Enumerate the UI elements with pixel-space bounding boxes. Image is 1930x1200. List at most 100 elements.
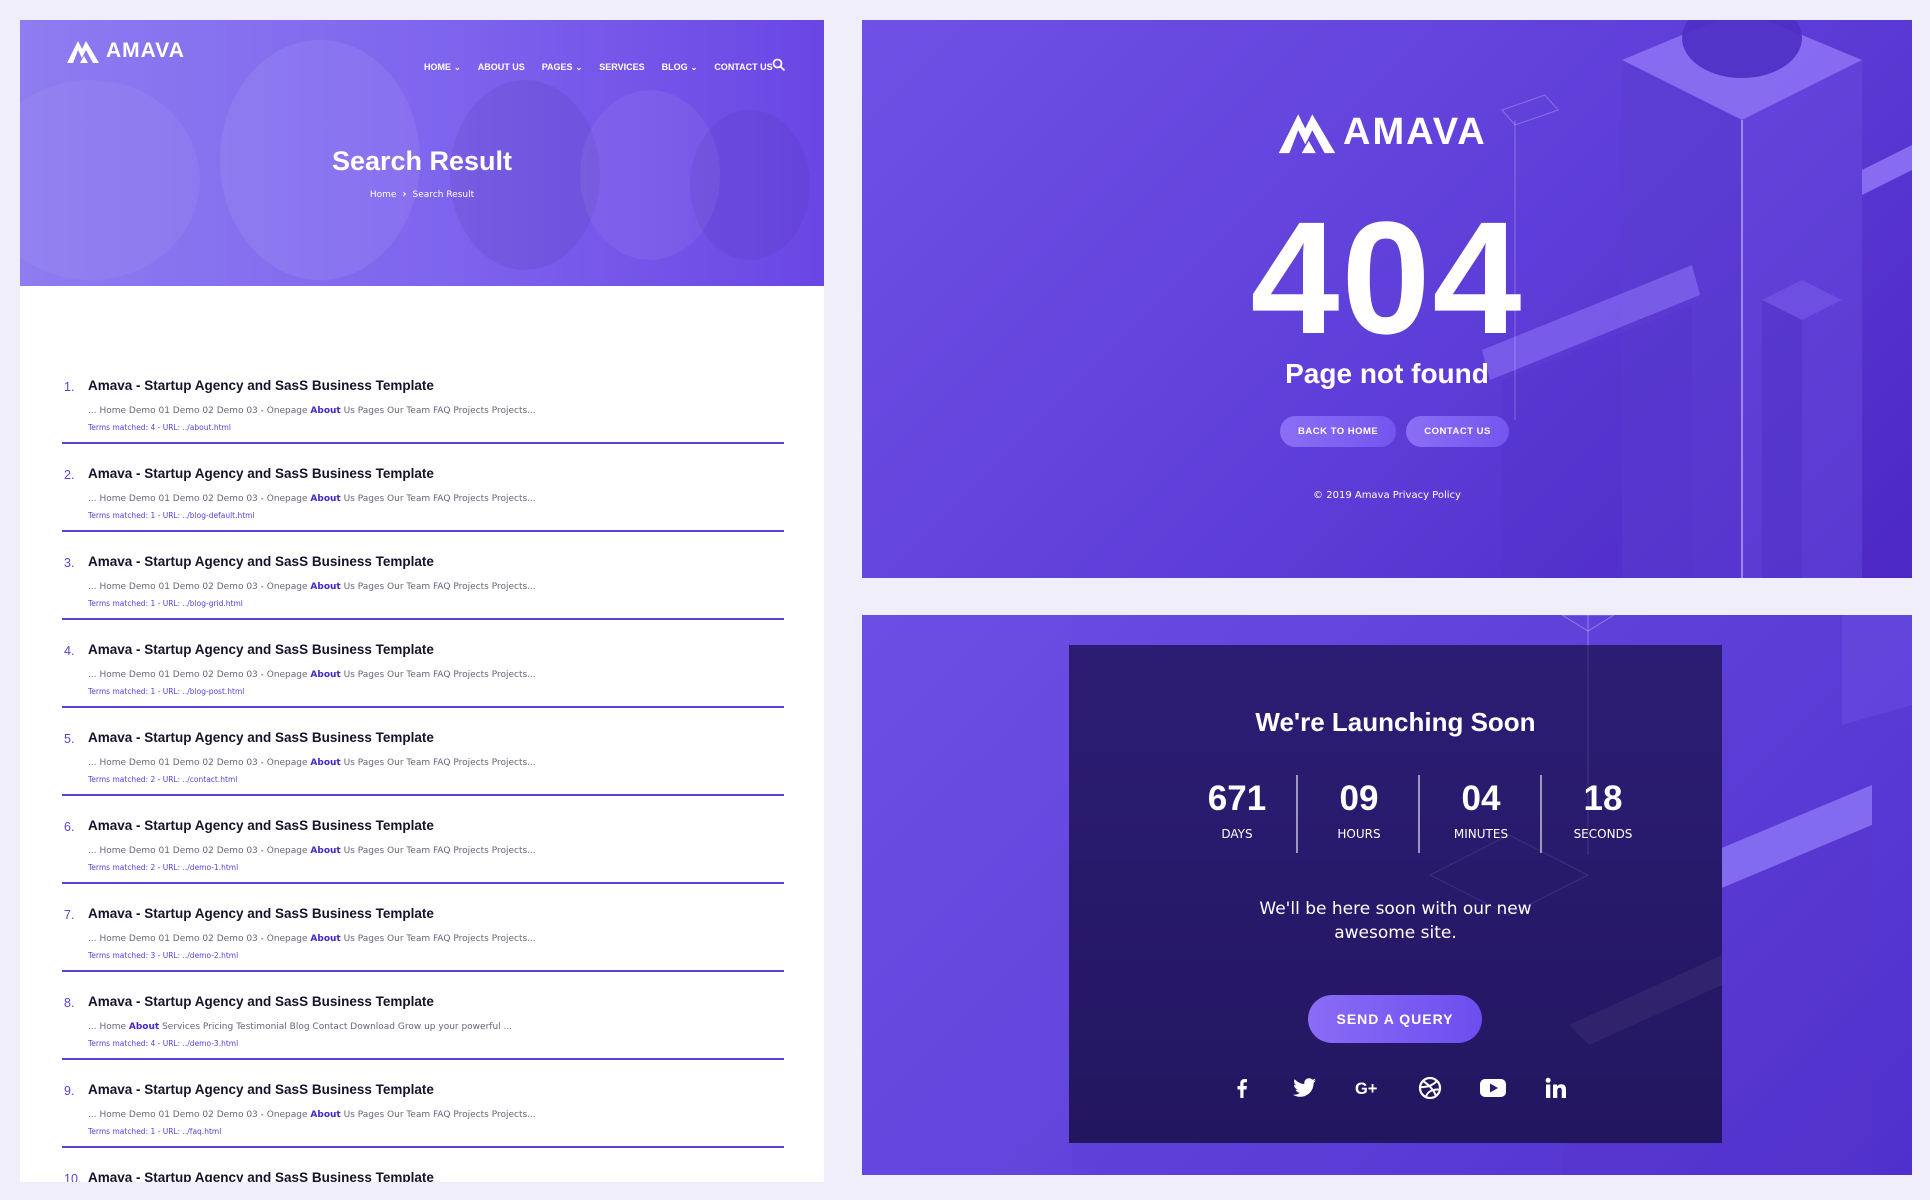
snippet-text: Us Pages Our Team FAQ Projects Projects.… [340,1110,536,1120]
snippet-text: ... Home [88,1022,129,1032]
result-snippet: ... Home Demo 01 Demo 02 Demo 03 - Onepa… [88,670,536,680]
launch-text-line: awesome site. [1334,923,1457,943]
error-actions: BACK TO HOME CONTACT US [1280,416,1509,447]
result-title-link[interactable]: Amava - Startup Agency and SasS Business… [88,642,434,657]
nav-label: ABOUT US [477,62,525,72]
result-meta-link[interactable]: Terms matched: 2 - URL: ../contact.html [88,775,237,784]
result-snippet: ... Home Demo 01 Demo 02 Demo 03 - Onepa… [88,758,536,768]
search-result-page: AMAVA HOME ⌄ ABOUT US PAGES ⌄ SERVICES BLO… [20,20,824,1182]
countdown-minutes: 04 MINUTES [1420,773,1542,853]
result-meta-link[interactable]: Terms matched: 4 - URL: ../demo-3.html [88,1039,238,1048]
search-result-item: 3. Amava - Startup Agency and SasS Busin… [62,532,784,620]
google-plus-icon[interactable]: G+ [1355,1075,1381,1101]
result-snippet: ... Home About Services Pricing Testimon… [88,1022,512,1032]
snippet-highlight: About [310,1110,341,1120]
youtube-icon[interactable] [1480,1075,1507,1101]
logo-text: AMAVA [1343,110,1487,153]
snippet-text: Us Pages Our Team FAQ Projects Projects.… [340,494,536,504]
nav-label: CONTACT US [714,62,773,72]
result-meta-link[interactable]: Terms matched: 1 - URL: ../blog-default.… [88,511,255,520]
result-title-link[interactable]: Amava - Startup Agency and SasS Business… [88,1170,434,1182]
result-snippet: ... Home Demo 01 Demo 02 Demo 03 - Onepa… [88,846,536,856]
countdown-hours: 09 HOURS [1298,773,1420,853]
snippet-text: ... Home Demo 01 Demo 02 Demo 03 - Onepa… [88,846,311,856]
breadcrumb-current: Search Result [412,189,475,200]
result-title-link[interactable]: Amava - Startup Agency and SasS Business… [88,818,434,833]
result-meta-link[interactable]: Terms matched: 1 - URL: ../blog-post.htm… [88,687,244,696]
error-message: Page not found [1285,358,1489,389]
snippet-text: Us Pages Our Team FAQ Projects Projects.… [340,406,536,416]
result-title-link[interactable]: Amava - Startup Agency and SasS Business… [88,994,434,1009]
snippet-highlight: About [310,758,341,768]
dribbble-icon[interactable] [1417,1075,1443,1101]
countdown-seconds: 18 SECONDS [1542,773,1664,853]
snippet-text: ... Home Demo 01 Demo 02 Demo 03 - Onepa… [88,582,311,592]
result-title-link[interactable]: Amava - Startup Agency and SasS Business… [88,906,434,921]
copyright-text: © 2019 Amava Privacy Policy [1313,490,1461,501]
breadcrumb-home[interactable]: Home [370,190,397,200]
nav-item-home[interactable]: HOME ⌄ [424,62,461,72]
snippet-text: ... Home Demo 01 Demo 02 Demo 03 - Onepa… [88,758,311,768]
launch-description: We'll be here soon with our new awesome … [1069,897,1722,945]
nav-item-contact-us[interactable]: CONTACT US [714,62,772,72]
result-snippet: ... Home Demo 01 Demo 02 Demo 03 - Onepa… [88,406,536,416]
nav-item-services[interactable]: SERVICES [599,62,644,72]
contact-us-button[interactable]: CONTACT US [1406,416,1509,447]
result-title-link[interactable]: Amava - Startup Agency and SasS Business… [88,1082,434,1097]
result-meta-link[interactable]: Terms matched: 2 - URL: ../demo-1.html [88,863,238,872]
error-page-logo[interactable]: AMAVA [1277,106,1487,158]
chevron-down-icon: ⌄ [454,62,461,72]
nav-item-pages[interactable]: PAGES ⌄ [542,62,583,72]
facebook-icon[interactable] [1229,1075,1255,1101]
countdown-label: DAYS [1221,827,1253,841]
twitter-icon[interactable] [1292,1075,1318,1101]
snippet-text: Us Pages Our Team FAQ Projects Projects.… [340,934,536,944]
search-result-item: 4. Amava - Startup Agency and SasS Busin… [62,620,784,708]
nav-item-about-us[interactable]: ABOUT US [478,62,525,72]
countdown-label: HOURS [1337,827,1381,841]
result-snippet: ... Home Demo 01 Demo 02 Demo 03 - Onepa… [88,494,536,504]
search-result-item: 8. Amava - Startup Agency and SasS Busin… [62,972,784,1060]
result-meta-link[interactable]: Terms matched: 1 - URL: ../blog-grid.htm… [88,599,243,608]
result-number: 3. [64,556,75,570]
search-result-item: 6. Amava - Startup Agency and SasS Busin… [62,796,784,884]
result-meta-link[interactable]: Terms matched: 1 - URL: ../faq.html [88,1127,221,1136]
result-meta-link[interactable]: Terms matched: 3 - URL: ../demo-2.html [88,951,238,960]
amava-logo-icon [1278,114,1336,154]
nav-label: PAGES [541,62,573,72]
search-result-item: 5. Amava - Startup Agency and SasS Busin… [62,708,784,796]
launch-title: We're Launching Soon [1255,707,1536,737]
send-query-button[interactable]: SEND A QUERY [1308,995,1482,1043]
snippet-text: Us Pages Our Team FAQ Projects Projects.… [340,670,536,680]
snippet-highlight: About [310,494,341,504]
result-number: 8. [64,996,75,1010]
search-result-item: 10. Amava - Startup Agency and SasS Busi… [62,1148,784,1182]
back-to-home-button[interactable]: BACK TO HOME [1280,416,1397,447]
snippet-text: Services Pricing Testimonial Blog Contac… [159,1022,513,1032]
main-nav: HOME ⌄ ABOUT US PAGES ⌄ SERVICES BLOG ⌄ CON… [424,62,773,72]
result-meta-link[interactable]: Terms matched: 4 - URL: ../about.html [88,423,231,432]
snippet-highlight: About [310,406,341,416]
linkedin-icon[interactable] [1543,1075,1569,1101]
snippet-highlight: About [310,846,341,856]
countdown-label: SECONDS [1573,827,1633,841]
snippet-highlight: About [310,670,341,680]
hero-photo-shape [20,80,200,280]
search-results-list: 1. Amava - Startup Agency and SasS Busin… [62,356,784,1182]
result-title-link[interactable]: Amava - Startup Agency and SasS Business… [88,554,434,569]
result-title-link[interactable]: Amava - Startup Agency and SasS Business… [88,378,434,393]
snippet-text: ... Home Demo 01 Demo 02 Demo 03 - Onepa… [88,670,311,680]
launch-text-line: We'll be here soon with our new [1259,899,1532,919]
coming-soon-page: We're Launching Soon 671 DAYS 09 HOURS 0… [862,615,1912,1175]
search-icon[interactable] [772,58,786,72]
snippet-highlight: About [310,582,341,592]
result-number: 10. [64,1172,82,1182]
result-title-link[interactable]: Amava - Startup Agency and SasS Business… [88,730,434,745]
result-snippet: ... Home Demo 01 Demo 02 Demo 03 - Onepa… [88,1110,536,1120]
result-number: 1. [64,380,75,394]
result-title-link[interactable]: Amava - Startup Agency and SasS Business… [88,466,434,481]
snippet-highlight: About [128,1022,160,1032]
nav-item-blog[interactable]: BLOG ⌄ [662,62,698,72]
site-logo[interactable]: AMAVA [66,38,185,64]
countdown-timer: 671 DAYS 09 HOURS 04 MINUTES 18 SECONDS [1176,773,1716,853]
